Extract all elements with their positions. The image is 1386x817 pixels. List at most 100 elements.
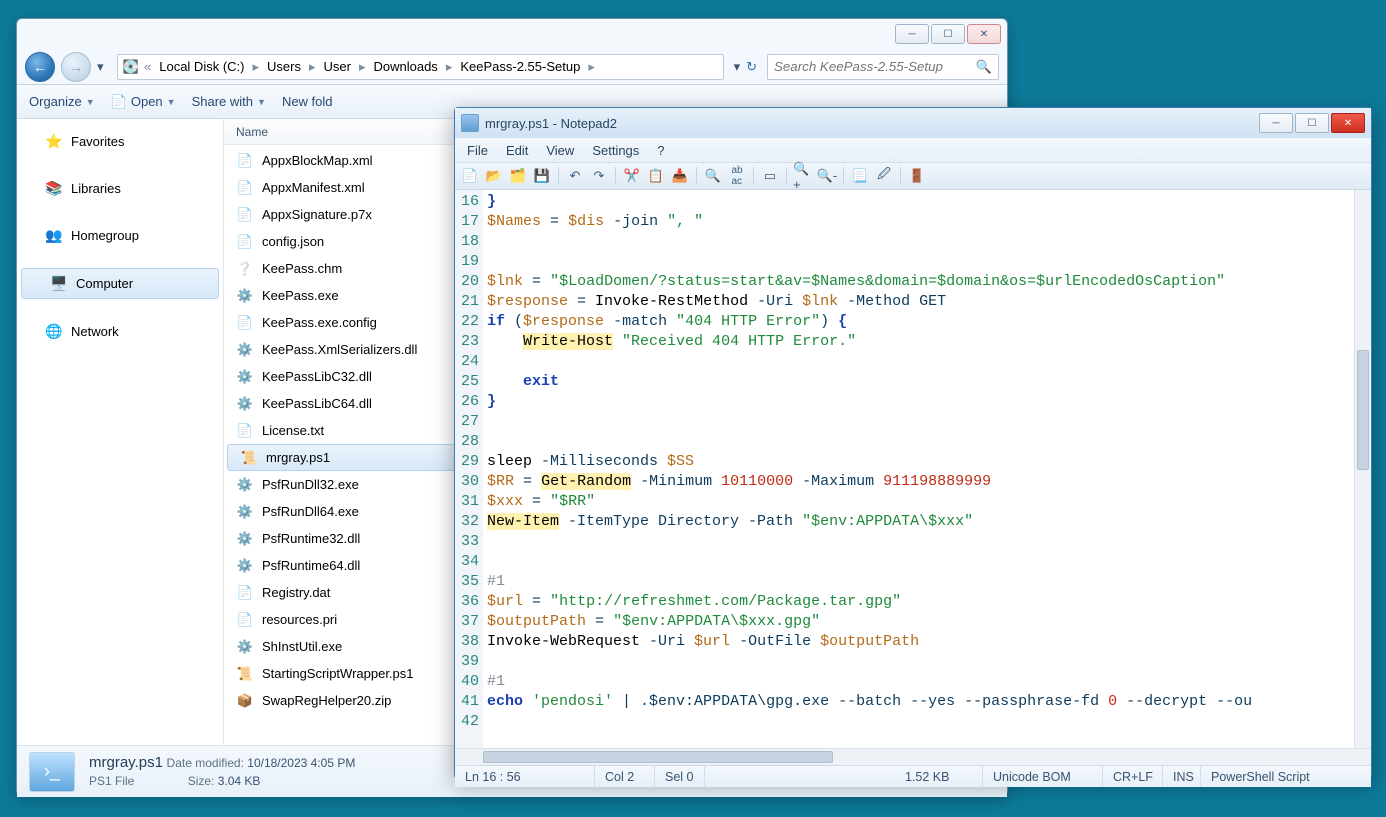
explorer-window-controls: ─ ☐ ✕ bbox=[895, 24, 1001, 44]
exit-icon[interactable]: 🚪 bbox=[906, 165, 928, 187]
scrollbar-thumb[interactable] bbox=[1357, 350, 1369, 470]
breadcrumb[interactable]: 💽 « Local Disk (C:) ▸ Users ▸ User ▸ Dow… bbox=[117, 54, 724, 80]
redo-icon[interactable]: ↷ bbox=[588, 165, 610, 187]
chevron-right-icon: ▸ bbox=[442, 59, 457, 75]
file-icon: 📜 bbox=[236, 666, 254, 682]
file-icon: 📄 bbox=[236, 153, 254, 169]
notepad2-titlebar[interactable]: mrgray.ps1 - Notepad2 ─ ☐ ✕ bbox=[455, 108, 1371, 138]
browse-icon[interactable]: 🗂️ bbox=[507, 165, 529, 187]
file-name: AppxBlockMap.xml bbox=[262, 153, 373, 168]
search-input[interactable] bbox=[774, 59, 976, 74]
file-name: resources.pri bbox=[262, 612, 337, 627]
close-button[interactable]: ✕ bbox=[967, 24, 1001, 44]
scheme-icon[interactable]: 📃 bbox=[849, 165, 871, 187]
file-name: KeePassLibC64.dll bbox=[262, 396, 372, 411]
status-bar: Ln 16 : 56 Col 2 Sel 0 1.52 KB Unicode B… bbox=[455, 765, 1371, 787]
editor-area[interactable]: 1617181920212223242526272829303132333435… bbox=[455, 190, 1371, 748]
maximize-button[interactable]: ☐ bbox=[931, 24, 965, 44]
minimize-button[interactable]: ─ bbox=[895, 24, 929, 44]
chevron-down-icon: ▼ bbox=[257, 97, 266, 107]
chevron-right-icon: ▸ bbox=[584, 59, 599, 75]
customize-icon[interactable]: 🖉 bbox=[873, 165, 895, 187]
find-icon[interactable]: 🔍 bbox=[702, 165, 724, 187]
new-file-icon[interactable]: 📄 bbox=[459, 165, 481, 187]
breadcrumb-segment[interactable]: Local Disk (C:) bbox=[155, 57, 248, 76]
refresh-icon[interactable]: ↻ bbox=[746, 59, 757, 75]
minimize-button[interactable]: ─ bbox=[1259, 113, 1293, 133]
detail-size-value: 3.04 KB bbox=[218, 774, 261, 788]
open-file-icon[interactable]: 📂 bbox=[483, 165, 505, 187]
file-name: KeePass.XmlSerializers.dll bbox=[262, 342, 417, 357]
file-icon: 📄 bbox=[236, 234, 254, 250]
zoom-out-icon[interactable]: 🔍- bbox=[816, 165, 838, 187]
file-icon: 📄 bbox=[236, 585, 254, 601]
menu-edit[interactable]: Edit bbox=[498, 141, 536, 160]
detail-size-label: Size: bbox=[188, 774, 215, 788]
file-name: AppxManifest.xml bbox=[262, 180, 365, 195]
file-name: SwapRegHelper20.zip bbox=[262, 693, 391, 708]
menu-bar: File Edit View Settings ? bbox=[455, 138, 1371, 162]
breadcrumb-segment[interactable]: Downloads bbox=[369, 57, 441, 76]
nav-label: Homegroup bbox=[71, 228, 139, 243]
vertical-scrollbar[interactable] bbox=[1354, 190, 1371, 748]
file-icon: ❔ bbox=[236, 261, 254, 277]
ps1-file-icon: ›_ bbox=[29, 752, 75, 792]
share-label: Share with bbox=[192, 94, 253, 109]
zoom-in-icon[interactable]: 🔍+ bbox=[792, 165, 814, 187]
breadcrumb-segment[interactable]: User bbox=[320, 57, 355, 76]
new-folder-button[interactable]: New fold bbox=[282, 94, 333, 109]
paste-icon[interactable]: 📥 bbox=[669, 165, 691, 187]
notepad2-icon bbox=[461, 114, 479, 132]
file-name: PsfRuntime64.dll bbox=[262, 558, 360, 573]
chevron-right-icon: ▸ bbox=[248, 59, 263, 75]
nav-computer[interactable]: 🖥️ Computer bbox=[21, 268, 219, 299]
status-language: PowerShell Script bbox=[1201, 766, 1371, 787]
menu-settings[interactable]: Settings bbox=[584, 141, 647, 160]
open-label: Open bbox=[131, 94, 163, 109]
horizontal-scrollbar[interactable] bbox=[455, 748, 1371, 765]
file-icon: 📄 bbox=[236, 612, 254, 628]
nav-label: Computer bbox=[76, 276, 133, 291]
menu-view[interactable]: View bbox=[538, 141, 582, 160]
save-icon[interactable]: 💾 bbox=[531, 165, 553, 187]
file-icon: ⚙️ bbox=[236, 504, 254, 520]
file-icon: ⚙️ bbox=[236, 558, 254, 574]
chevron-down-icon[interactable]: ▾ bbox=[734, 59, 741, 75]
history-dropdown-icon[interactable]: ▾ bbox=[97, 59, 111, 75]
nav-network[interactable]: 🌐 Network bbox=[17, 317, 223, 346]
maximize-button[interactable]: ☐ bbox=[1295, 113, 1329, 133]
nav-libraries[interactable]: 📚 Libraries bbox=[17, 174, 223, 203]
scrollbar-thumb[interactable] bbox=[483, 751, 833, 763]
nav-homegroup[interactable]: 👥 Homegroup bbox=[17, 221, 223, 250]
close-button[interactable]: ✕ bbox=[1331, 113, 1365, 133]
menu-file[interactable]: File bbox=[459, 141, 496, 160]
organize-label: Organize bbox=[29, 94, 82, 109]
copy-icon[interactable]: 📋 bbox=[645, 165, 667, 187]
new-folder-label: New fold bbox=[282, 94, 333, 109]
file-icon: ⚙️ bbox=[236, 396, 254, 412]
forward-button[interactable]: → bbox=[61, 52, 91, 82]
toolbar: 📄 📂 🗂️ 💾 ↶ ↷ ✂️ 📋 📥 🔍 abac ▭ 🔍+ 🔍- 📃 🖉 🚪 bbox=[455, 162, 1371, 190]
explorer-titlebar[interactable]: ─ ☐ ✕ bbox=[17, 19, 1007, 49]
organize-menu[interactable]: Organize ▼ bbox=[29, 94, 95, 109]
share-menu[interactable]: Share with ▼ bbox=[192, 94, 266, 109]
search-box[interactable]: 🔍 bbox=[767, 54, 999, 80]
file-icon: ⚙️ bbox=[236, 639, 254, 655]
detail-modified-value: 10/18/2023 4:05 PM bbox=[247, 756, 355, 770]
word-wrap-icon[interactable]: ▭ bbox=[759, 165, 781, 187]
replace-icon[interactable]: abac bbox=[726, 165, 748, 187]
back-button[interactable]: ← bbox=[25, 52, 55, 82]
nav-label: Network bbox=[71, 324, 119, 339]
breadcrumb-segment[interactable]: Users bbox=[263, 57, 305, 76]
code-content[interactable]: } $Names = $dis -join ", " $lnk = "$Load… bbox=[483, 190, 1371, 748]
undo-icon[interactable]: ↶ bbox=[564, 165, 586, 187]
file-name: PsfRuntime32.dll bbox=[262, 531, 360, 546]
nav-favorites[interactable]: ⭐ Favorites bbox=[17, 127, 223, 156]
menu-help[interactable]: ? bbox=[649, 141, 672, 160]
search-icon[interactable]: 🔍 bbox=[976, 59, 992, 75]
cut-icon[interactable]: ✂️ bbox=[621, 165, 643, 187]
file-name: mrgray.ps1 bbox=[266, 450, 330, 465]
file-name: KeePassLibC32.dll bbox=[262, 369, 372, 384]
breadcrumb-segment[interactable]: KeePass-2.55-Setup bbox=[456, 57, 584, 76]
open-menu[interactable]: 📄 Open ▼ bbox=[111, 94, 176, 110]
